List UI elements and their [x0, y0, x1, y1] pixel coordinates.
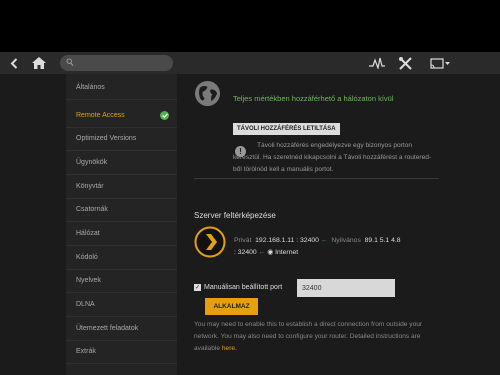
- sidebar-item-label: Csatornák: [76, 206, 108, 213]
- sidebar-item-label: Könyvtár: [76, 183, 104, 190]
- arrow-left-icon: ←: [320, 237, 328, 244]
- activity-button[interactable]: [368, 52, 386, 74]
- top-navigation-bar: [0, 52, 500, 74]
- plex-logo-icon: [194, 226, 226, 258]
- home-button[interactable]: [30, 52, 48, 74]
- sidebar-item-label: Hálózat: [76, 230, 100, 237]
- check-icon: [160, 111, 169, 120]
- sidebar-item-general[interactable]: Általános: [66, 76, 177, 100]
- remote-access-panel: Teljes mértékben hozzáférhető a hálózato…: [177, 74, 500, 375]
- sidebar-item-dlna[interactable]: DLNA: [66, 293, 177, 317]
- search-icon: [66, 58, 74, 66]
- sidebar-item-network[interactable]: Hálózat: [66, 222, 177, 246]
- sidebar-item-agents[interactable]: Ügynökök: [66, 151, 177, 175]
- settings-sidebar: Általános Remote Access Optimized Versio…: [66, 74, 177, 375]
- sidebar-item-label: Extrák: [76, 348, 96, 355]
- sidebar-item-transcoder[interactable]: Kódoló: [66, 246, 177, 270]
- manual-port-input[interactable]: [297, 279, 395, 297]
- cast-icon: [430, 57, 450, 69]
- sidebar-item-library[interactable]: Könyvtár: [66, 175, 177, 199]
- cast-button[interactable]: [428, 52, 452, 74]
- back-button[interactable]: [6, 52, 22, 74]
- private-label: Privát: [234, 237, 252, 244]
- settings-content: Általános Remote Access Optimized Versio…: [0, 74, 500, 375]
- warning-message: Távoli hozzáférés engedélyezve egy bizon…: [233, 142, 432, 173]
- manual-port-checkbox[interactable]: ✓: [194, 284, 201, 291]
- sidebar-item-optimized-versions[interactable]: Optimized Versions: [66, 127, 177, 151]
- wrench-screwdriver-icon: [398, 56, 412, 70]
- help-link[interactable]: here.: [222, 345, 237, 352]
- private-ip: 192.168.1.11: [255, 237, 295, 244]
- search-box[interactable]: [60, 55, 173, 71]
- server-mapping-title: Szerver feltérképezése: [194, 211, 276, 220]
- settings-button[interactable]: [396, 52, 414, 74]
- manual-port-label: Manuálisan beállított port: [204, 284, 283, 291]
- search-input[interactable]: [78, 55, 168, 71]
- sidebar-item-label: Optimized Versions: [76, 135, 137, 142]
- manual-port-option[interactable]: ✓ Manuálisan beállított port: [194, 284, 282, 291]
- activity-icon: [369, 57, 385, 69]
- sidebar-item-label: DLNA: [76, 301, 95, 308]
- public-port: 32400: [237, 249, 257, 256]
- network-mapping-info: Privát 192.168.1.11 : 32400 ← Nyilvános …: [234, 237, 401, 256]
- sidebar-item-label: Ügynökök: [76, 159, 108, 166]
- public-label: Nyilvános: [331, 237, 361, 244]
- internet-icon: ◉: [267, 249, 274, 256]
- apply-button[interactable]: ALKALMAZ: [205, 298, 258, 315]
- globe-icon: [194, 80, 221, 107]
- public-ip: 89.1 5.1 4.8: [364, 237, 401, 244]
- sidebar-item-extras[interactable]: Extrák: [66, 340, 177, 364]
- disable-remote-access-button[interactable]: TÁVOLI HOZZÁFÉRÉS LETILTÁSA: [233, 123, 340, 135]
- arrow-left-icon: ←: [258, 249, 266, 256]
- remote-access-status: Teljes mértékben hozzáférhető a hálózato…: [233, 94, 394, 103]
- sidebar-item-scheduled-tasks[interactable]: Ütemezett feladatok: [66, 317, 177, 341]
- sidebar-item-label: Ütemezett feladatok: [76, 325, 139, 332]
- sidebar-item-languages[interactable]: Nyelvek: [66, 269, 177, 293]
- sidebar-item-label: Remote Access: [76, 112, 125, 119]
- sidebar-item-label: Kódoló: [76, 254, 98, 261]
- sidebar-item-channels[interactable]: Csatornák: [66, 198, 177, 222]
- sidebar-item-label: Általános: [76, 84, 105, 91]
- chevron-left-icon: [10, 57, 18, 69]
- internet-label: Internet: [275, 249, 299, 256]
- private-port: 32400: [300, 237, 319, 244]
- divider: [194, 178, 439, 179]
- sidebar-item-label: Nyelvek: [76, 277, 101, 284]
- home-icon: [32, 57, 46, 69]
- sidebar-item-remote-access[interactable]: Remote Access: [66, 104, 177, 128]
- help-text: You may need to enable this to establish…: [194, 319, 444, 355]
